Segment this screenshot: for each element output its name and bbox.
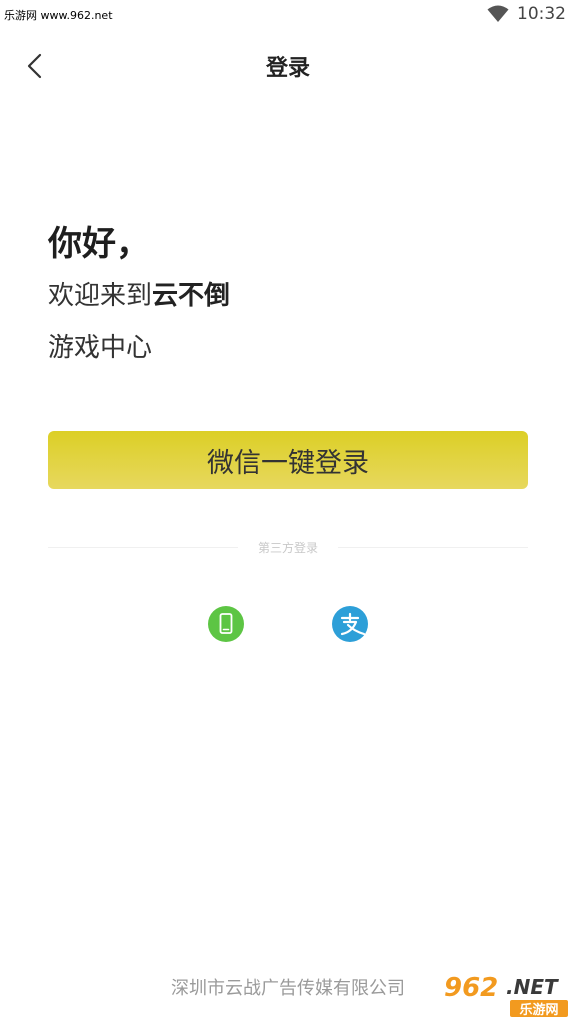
alipay-icon xyxy=(340,612,366,636)
status-time: 10:32 xyxy=(517,4,566,24)
alipay-login-button[interactable] xyxy=(332,606,368,642)
greeting-subtitle: 游戏中心 xyxy=(48,333,153,363)
svg-text:乐游网: 乐游网 xyxy=(519,1002,558,1018)
welcome-prefix: 欢迎来到 xyxy=(48,281,153,311)
wechat-login-button[interactable]: 微信一键登录 xyxy=(48,431,528,489)
greeting-hello: 你好， xyxy=(48,224,150,264)
svg-text:962: 962 xyxy=(444,973,498,1003)
phone-icon xyxy=(219,613,233,634)
third-party-label: 第三方登录 xyxy=(258,540,319,555)
svg-text:.NET: .NET xyxy=(506,975,559,999)
watermark-text: 乐游网 www.962.net xyxy=(4,9,113,22)
brand-name: 云不倒 xyxy=(152,281,231,311)
divider-line-left xyxy=(48,546,238,548)
status-bar: 乐游网 www.962.net 10:32 xyxy=(0,0,576,30)
page-title: 登录 xyxy=(265,56,310,81)
header: 登录 xyxy=(0,40,576,92)
wifi-icon xyxy=(487,5,509,22)
greeting-welcome: 欢迎来到云不倒 xyxy=(48,278,230,314)
watermark-logo: 962 .NET 乐游网 xyxy=(444,973,568,1018)
third-party-divider: 第三方登录 xyxy=(48,537,529,557)
divider-line-right xyxy=(338,546,529,548)
status-icons: 10:32 xyxy=(487,4,566,24)
greeting: 你好， 欢迎来到云不倒 游戏中心 xyxy=(48,222,230,366)
phone-login-button[interactable] xyxy=(208,606,244,642)
